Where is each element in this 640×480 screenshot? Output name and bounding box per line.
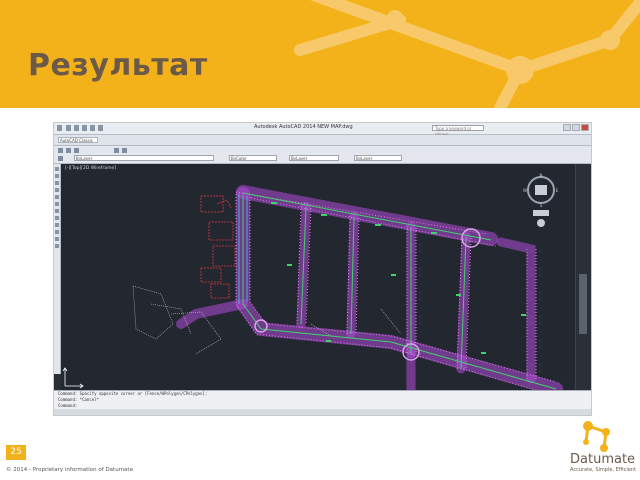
open-icon[interactable] <box>74 125 79 131</box>
maximize-button[interactable] <box>572 124 580 131</box>
page-title: Результат <box>28 48 208 83</box>
ellipse-tool-icon[interactable] <box>55 216 59 220</box>
properties-toolbar: ByColor ByLayer ByLayer ByLayer <box>54 146 591 164</box>
svg-text:S: S <box>540 203 543 208</box>
draw-toolbar <box>54 164 61 374</box>
minimize-button[interactable] <box>563 124 571 131</box>
color-icon[interactable] <box>58 156 63 161</box>
layer-state-icon[interactable] <box>66 148 71 153</box>
text-tool-icon[interactable] <box>55 244 59 248</box>
copyright-notice: © 2014 - Proprietary information of Datu… <box>6 467 133 473</box>
color-dropdown[interactable]: ByColor <box>229 155 277 161</box>
window-controls <box>563 124 589 131</box>
polygon-tool-icon[interactable] <box>55 181 59 185</box>
search-input[interactable]: Type a keyword or phrase <box>432 125 484 137</box>
circle-tool-icon[interactable] <box>55 202 59 206</box>
point-tool-icon[interactable] <box>55 230 59 234</box>
drawing-canvas[interactable]: [-][Top][2D Wireframe] N S W E <box>61 164 575 390</box>
ucs-icon <box>62 367 84 389</box>
new-icon[interactable] <box>66 125 71 131</box>
road-network-drawing <box>62 185 563 390</box>
close-button[interactable] <box>581 124 589 131</box>
header-band: Результат <box>0 0 640 108</box>
viewcube-icon[interactable]: N S W E <box>523 172 559 232</box>
workspace-bar: AutoCAD Classic <box>54 135 591 146</box>
svg-text:W: W <box>523 188 527 193</box>
arc-tool-icon[interactable] <box>55 195 59 199</box>
scrollbar-thumb[interactable] <box>579 274 587 334</box>
match-icon[interactable] <box>74 148 79 153</box>
logo-tagline: Accurate, Simple, Efficient <box>570 467 636 473</box>
layer-dropdown[interactable]: ByLayer <box>74 155 214 161</box>
tab-autocad-classic[interactable]: AutoCAD Classic <box>58 137 98 143</box>
vertical-scrollbar[interactable] <box>575 164 591 390</box>
insert-block-icon[interactable] <box>55 223 59 227</box>
rectangle-tool-icon[interactable] <box>55 188 59 192</box>
style-icon[interactable] <box>114 148 119 153</box>
page-number: 25 <box>6 445 26 460</box>
line-tool-icon[interactable] <box>55 167 59 171</box>
logo-name: Datumate <box>570 452 636 467</box>
spline-tool-icon[interactable] <box>55 209 59 213</box>
undo-icon[interactable] <box>90 125 95 131</box>
command-line: Command: Specify opposite corner or [Fen… <box>54 390 591 410</box>
window-title: Autodesk AutoCAD 2014 NEW MAP.dwg <box>254 124 353 130</box>
app-titlebar: Autodesk AutoCAD 2014 NEW MAP.dwg Type a… <box>54 123 591 137</box>
lineweight-dropdown[interactable]: ByLayer <box>354 155 402 161</box>
autocad-screenshot: Autodesk AutoCAD 2014 NEW MAP.dwg Type a… <box>53 122 592 416</box>
svg-text:N: N <box>540 173 543 178</box>
linetype-dropdown[interactable]: ByLayer <box>289 155 339 161</box>
status-bar <box>54 409 591 415</box>
hatch-tool-icon[interactable] <box>55 237 59 241</box>
save-icon[interactable] <box>82 125 87 131</box>
app-menu-icon[interactable] <box>57 125 62 131</box>
svg-text:E: E <box>556 188 559 193</box>
layer-icon[interactable] <box>58 148 63 153</box>
polyline-tool-icon[interactable] <box>55 174 59 178</box>
redo-icon[interactable] <box>98 125 103 131</box>
dimstyle-icon[interactable] <box>122 148 127 153</box>
viewport-label[interactable]: [-][Top][2D Wireframe] <box>65 166 116 171</box>
